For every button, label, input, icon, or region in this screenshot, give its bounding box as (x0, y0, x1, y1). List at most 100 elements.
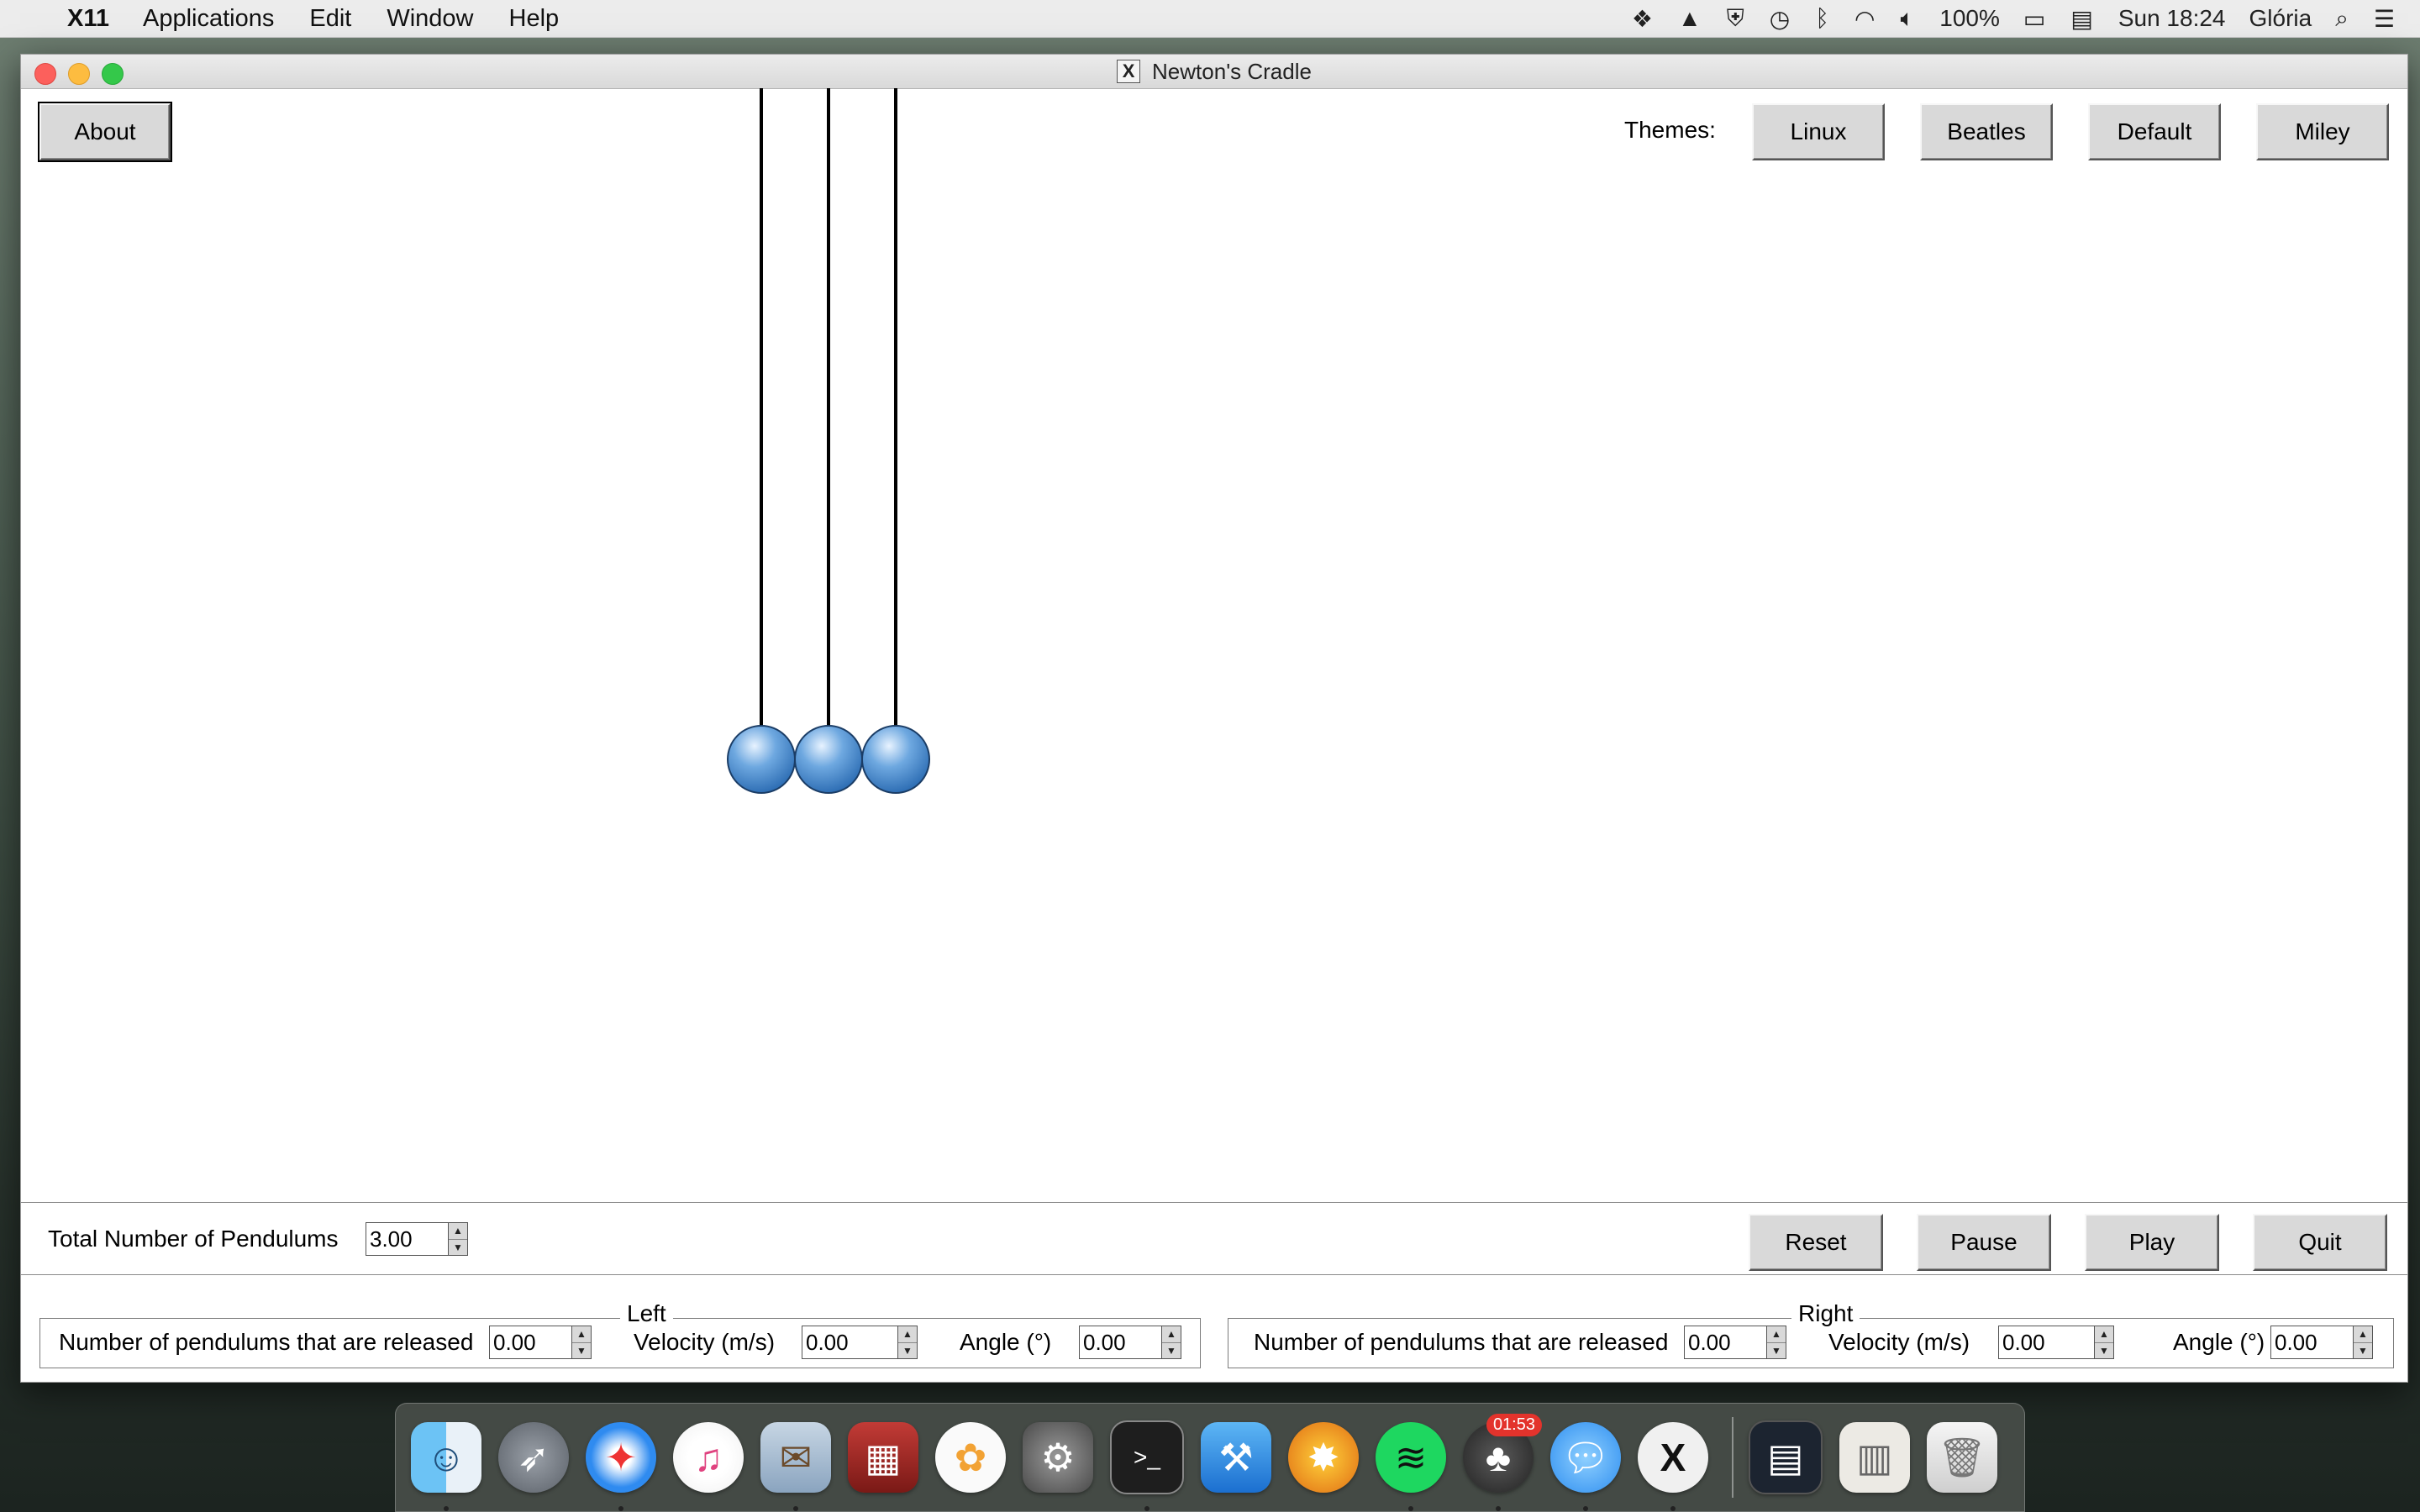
right-angle-value[interactable]: 0.00 (2271, 1326, 2353, 1358)
spin-up-icon[interactable]: ▲ (2354, 1326, 2372, 1342)
spin-up-icon[interactable]: ▲ (2095, 1326, 2113, 1342)
theme-default-button[interactable]: Default (2088, 103, 2221, 160)
window-titlebar[interactable]: X Newton's Cradle (21, 55, 2407, 89)
system-preferences-icon[interactable]: ⚙ (1023, 1422, 1093, 1493)
spin-up-icon[interactable]: ▲ (1767, 1326, 1786, 1342)
left-angle-value[interactable]: 0.00 (1080, 1326, 1161, 1358)
xcode-icon[interactable]: ⚒ (1201, 1422, 1271, 1493)
safari-icon[interactable]: ✦ (586, 1422, 656, 1511)
quit-button[interactable]: Quit (2253, 1214, 2387, 1271)
left-velocity-label: Velocity (m/s) (634, 1329, 776, 1355)
spin-down-icon[interactable]: ▼ (572, 1341, 591, 1359)
status-area: ❖ ▲ ⛨ ◷ ᛒ ◠ 🔈︎ 100% ▭ ▤ Sun 18:24 Glória… (1632, 0, 2420, 37)
spin-up-icon[interactable]: ▲ (898, 1326, 917, 1342)
x11-app-icon: X (1117, 60, 1141, 83)
solitaire-icon[interactable]: ♣ 01:53 (1463, 1414, 1542, 1511)
reset-button[interactable]: Reset (1749, 1214, 1883, 1271)
wifi-icon[interactable]: ◠ (1854, 5, 1875, 33)
spin-up-icon[interactable]: ▲ (1162, 1326, 1181, 1342)
spin-down-icon[interactable]: ▼ (2354, 1341, 2372, 1359)
xquartz-icon[interactable]: X (1638, 1422, 1708, 1511)
theme-beatles-label: Beatles (1947, 118, 2026, 144)
spotlight-search-icon[interactable]: ⌕ (2335, 5, 2349, 33)
terminal-icon[interactable]: >_ (1110, 1420, 1184, 1511)
spin-down-icon[interactable]: ▼ (1767, 1341, 1786, 1359)
photo-booth-icon[interactable]: ▦ (848, 1422, 918, 1493)
notification-center-icon[interactable]: ☰ (2374, 5, 2395, 33)
left-released-label: Number of pendulums that are released (59, 1329, 474, 1355)
photos-icon[interactable]: ✿ (935, 1422, 1006, 1493)
reset-button-label: Reset (1785, 1229, 1847, 1255)
menu-edit[interactable]: Edit (309, 5, 351, 33)
input-source-icon[interactable]: ▤ (2070, 5, 2092, 33)
menu-window[interactable]: Window (387, 5, 473, 33)
left-released-spinbox[interactable]: 0.00 ▲ ▼ (489, 1326, 592, 1359)
window-title: Newton's Cradle (1152, 58, 1312, 84)
pendulum-ball[interactable] (794, 725, 863, 794)
dropbox-icon[interactable]: ❖ (1632, 5, 1653, 33)
right-released-value[interactable]: 0.00 (1685, 1326, 1766, 1358)
spin-down-icon[interactable]: ▼ (898, 1341, 917, 1359)
downloads-stack-icon[interactable]: ▥ (1839, 1422, 1910, 1493)
controls-bar: Total Number of Pendulums 3.00 ▲ ▼ Reset … (21, 1205, 2407, 1273)
spin-down-icon[interactable]: ▼ (1162, 1341, 1181, 1359)
spin-down-icon[interactable]: ▼ (449, 1238, 467, 1256)
quit-button-label: Quit (2298, 1229, 2342, 1255)
theme-beatles-button[interactable]: Beatles (1920, 103, 2053, 160)
right-velocity-value[interactable]: 0.00 (1999, 1326, 2094, 1358)
menu-bar: X11 Applications Edit Window Help ❖ ▲ ⛨ … (0, 0, 2420, 38)
right-velocity-spinbox[interactable]: 0.00 ▲ ▼ (1998, 1326, 2114, 1359)
itunes-icon[interactable]: ♫ (673, 1422, 744, 1493)
theme-miley-label: Miley (2295, 118, 2350, 144)
menu-clock[interactable]: Sun 18:24 (2118, 5, 2226, 32)
finder-icon[interactable]: ☺ (411, 1422, 481, 1511)
theme-linux-label: Linux (1790, 118, 1847, 144)
vpn-shield-icon[interactable]: ⛨ (1727, 5, 1744, 33)
left-velocity-spinbox[interactable]: 0.00 ▲ ▼ (802, 1326, 918, 1359)
menu-app-name[interactable]: X11 (67, 5, 109, 33)
theme-default-label: Default (2117, 118, 2192, 144)
right-angle-spinbox[interactable]: 0.00 ▲ ▼ (2270, 1326, 2373, 1359)
spotify-icon[interactable]: ≋ (1376, 1422, 1446, 1511)
volume-icon[interactable]: 🔈︎ (1900, 5, 1914, 33)
left-angle-spinbox[interactable]: 0.00 ▲ ▼ (1079, 1326, 1181, 1359)
left-group-title: Left (620, 1300, 673, 1327)
total-pendulums-spinbox[interactable]: 3.00 ▲ ▼ (366, 1222, 468, 1256)
left-released-value[interactable]: 0.00 (490, 1326, 571, 1358)
dock: ☺ ➶ ✦ ♫ ✉ ▦ ✿ ⚙ >_ ⚒ ✸ ≋ ♣ 01:53 💬︎ X ▤ ▥… (395, 1403, 2025, 1512)
menu-help[interactable]: Help (509, 5, 560, 33)
theme-linux-button[interactable]: Linux (1752, 103, 1885, 160)
about-button[interactable]: About (38, 102, 172, 162)
pendulum-ball[interactable] (727, 725, 796, 794)
spin-up-icon[interactable]: ▲ (572, 1326, 591, 1342)
right-release-group: Right Number of pendulums that are relea… (1228, 1300, 2394, 1368)
theme-miley-button[interactable]: Miley (2256, 103, 2389, 160)
mail-icon[interactable]: ✉ (760, 1422, 831, 1511)
left-release-group: Left Number of pendulums that are releas… (39, 1300, 1201, 1368)
spin-up-icon[interactable]: ▲ (449, 1223, 467, 1239)
google-drive-icon[interactable]: ▲ (1678, 5, 1702, 32)
time-machine-icon[interactable]: ◷ (1770, 5, 1790, 33)
messages-icon[interactable]: 💬︎ (1550, 1422, 1621, 1511)
battery-percentage[interactable]: 100% (1939, 5, 2000, 32)
trash-icon[interactable]: 🗑︎ (1927, 1422, 1997, 1493)
right-group-title: Right (1791, 1300, 1860, 1327)
total-pendulums-value[interactable]: 3.00 (366, 1223, 448, 1255)
pause-button[interactable]: Pause (1917, 1214, 2051, 1271)
minimized-window-thumbnail[interactable]: ▤ (1749, 1420, 1823, 1494)
menu-applications[interactable]: Applications (143, 5, 274, 33)
battery-icon[interactable]: ▭ (2023, 5, 2045, 33)
play-button[interactable]: Play (2085, 1214, 2219, 1271)
right-released-spinbox[interactable]: 0.00 ▲ ▼ (1684, 1326, 1786, 1359)
total-pendulums-label: Total Number of Pendulums (48, 1226, 339, 1252)
mathematica-icon[interactable]: ✸ (1288, 1422, 1359, 1493)
right-velocity-label: Velocity (m/s) (1828, 1329, 1970, 1355)
play-button-label: Play (2128, 1229, 2175, 1255)
left-velocity-value[interactable]: 0.00 (802, 1326, 897, 1358)
launchpad-icon[interactable]: ➶ (498, 1422, 569, 1493)
spin-down-icon[interactable]: ▼ (2095, 1341, 2113, 1359)
bluetooth-icon[interactable]: ᛒ (1815, 5, 1829, 32)
dock-badge: 01:53 (1486, 1414, 1542, 1436)
menu-user[interactable]: Glória (2249, 5, 2312, 32)
pendulum-ball[interactable] (861, 725, 930, 794)
